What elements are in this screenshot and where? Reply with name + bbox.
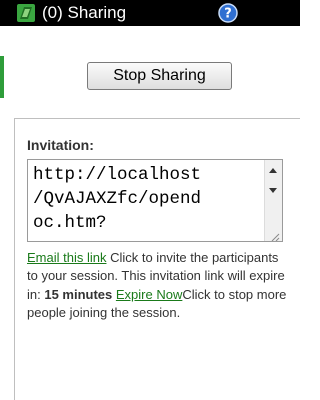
svg-text:?: ?: [224, 7, 232, 22]
url-line: oc.htm?: [33, 213, 107, 233]
resize-grip-icon[interactable]: [270, 229, 280, 241]
expire-now-link[interactable]: Expire Now: [116, 287, 182, 302]
green-flag-icon: [16, 3, 36, 23]
accent-strip: [0, 56, 4, 98]
stop-sharing-button[interactable]: Stop Sharing: [87, 62, 232, 90]
window-title: (0) Sharing: [42, 3, 127, 22]
invitation-label: Invitation:: [27, 137, 94, 153]
invitation-description: Email this link Click to invite the part…: [27, 249, 289, 323]
help-icon[interactable]: ?: [218, 3, 238, 23]
sharing-panel: (0) Sharing ? Stop Sharing Invitation: h…: [0, 0, 300, 400]
url-line: http://localhost: [33, 165, 202, 185]
scroll-up-arrow-icon[interactable]: [269, 168, 277, 173]
invitation-panel: Invitation: http://localhost /QvAJAXZfc/…: [14, 118, 300, 400]
scroll-down-arrow-icon[interactable]: [269, 188, 277, 193]
stop-sharing-area: Stop Sharing: [0, 26, 300, 108]
invitation-url-text[interactable]: http://localhost /QvAJAXZfc/opend oc.htm…: [33, 163, 263, 235]
expiry-time: 15 minutes: [44, 286, 113, 302]
email-link[interactable]: Email this link: [27, 250, 106, 265]
url-line: /QvAJAXZfc/opend: [33, 189, 202, 209]
title-bar: (0) Sharing ?: [0, 0, 300, 26]
invitation-url-textarea[interactable]: http://localhost /QvAJAXZfc/opend oc.htm…: [27, 159, 283, 242]
